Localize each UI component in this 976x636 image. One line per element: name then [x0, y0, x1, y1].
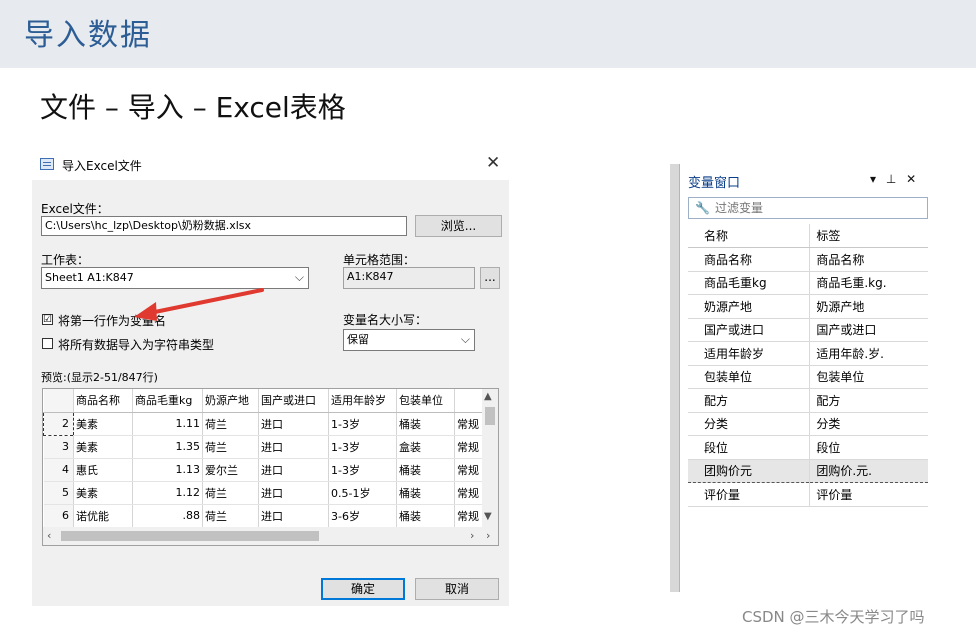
- variable-row[interactable]: 商品毛重kg 商品毛重.kg.: [688, 271, 928, 295]
- pin-icon[interactable]: ⊥: [886, 172, 896, 186]
- variable-row-selected[interactable]: 团购价元 团购价.元.: [688, 458, 928, 483]
- variable-name: 商品名称: [688, 247, 810, 272]
- variable-name: 配方: [688, 388, 810, 413]
- variable-label: 商品毛重.kg.: [809, 271, 928, 295]
- variable-name: 分类: [688, 412, 810, 436]
- variable-row[interactable]: 分类 分类: [688, 412, 928, 436]
- variable-window-dock-edge: [670, 164, 680, 592]
- watermark: CSDN @三木今天学习了吗: [742, 608, 925, 626]
- variable-label: 评价量: [809, 482, 928, 507]
- dock-icon[interactable]: ▾: [870, 172, 876, 186]
- variable-name: 包装单位: [688, 365, 810, 389]
- variable-row[interactable]: 适用年龄岁 适用年龄.岁.: [688, 341, 928, 366]
- variable-name: 团购价元: [688, 458, 810, 483]
- variable-label: 包装单位: [809, 365, 928, 389]
- variable-name: 段位: [688, 435, 810, 460]
- close-icon[interactable]: ✕: [906, 172, 916, 186]
- variable-row[interactable]: 包装单位 包装单位: [688, 365, 928, 389]
- column-header-label[interactable]: 标签: [809, 224, 928, 248]
- variable-label: 段位: [809, 435, 928, 460]
- filter-variables-input[interactable]: [715, 200, 915, 216]
- variable-name: 商品毛重kg: [688, 271, 810, 295]
- variable-label: 配方: [809, 388, 928, 413]
- variable-label: 国产或进口: [809, 318, 928, 342]
- variable-name: 国产或进口: [688, 318, 810, 342]
- variable-row[interactable]: 商品名称 商品名称: [688, 247, 928, 272]
- variable-label: 商品名称: [809, 247, 928, 272]
- variable-row[interactable]: 奶源产地 奶源产地: [688, 294, 928, 319]
- variable-name: 适用年龄岁: [688, 341, 810, 366]
- variable-label: 团购价.元.: [809, 458, 928, 483]
- variable-window: 变量窗口 ▾ ⊥ ✕ 🔧 名称 标签 商品名称商品名称 商品毛重kg商品毛重.k…: [670, 164, 930, 592]
- filter-box[interactable]: 🔧: [688, 197, 928, 219]
- variable-label: 适用年龄.岁.: [809, 341, 928, 366]
- variable-name: 奶源产地: [688, 294, 810, 319]
- variable-row[interactable]: 国产或进口 国产或进口: [688, 318, 928, 342]
- variable-name: 评价量: [688, 482, 810, 507]
- variable-label: 分类: [809, 412, 928, 436]
- variable-table-header: 名称 标签: [688, 224, 928, 248]
- column-header-name[interactable]: 名称: [688, 224, 810, 248]
- variable-row[interactable]: 配方 配方: [688, 388, 928, 413]
- variable-table: 名称 标签 商品名称 商品名称 商品毛重kg 商品毛重.kg. 奶源产地 奶源产地 国…: [688, 224, 928, 507]
- variable-window-title: 变量窗口: [688, 176, 741, 191]
- variable-row[interactable]: 段位 段位: [688, 435, 928, 460]
- variable-row[interactable]: 评价量 评价量: [688, 482, 928, 507]
- pane-buttons: ▾ ⊥ ✕: [870, 172, 922, 186]
- wrench-icon[interactable]: 🔧: [695, 201, 710, 215]
- variable-label: 奶源产地: [809, 294, 928, 319]
